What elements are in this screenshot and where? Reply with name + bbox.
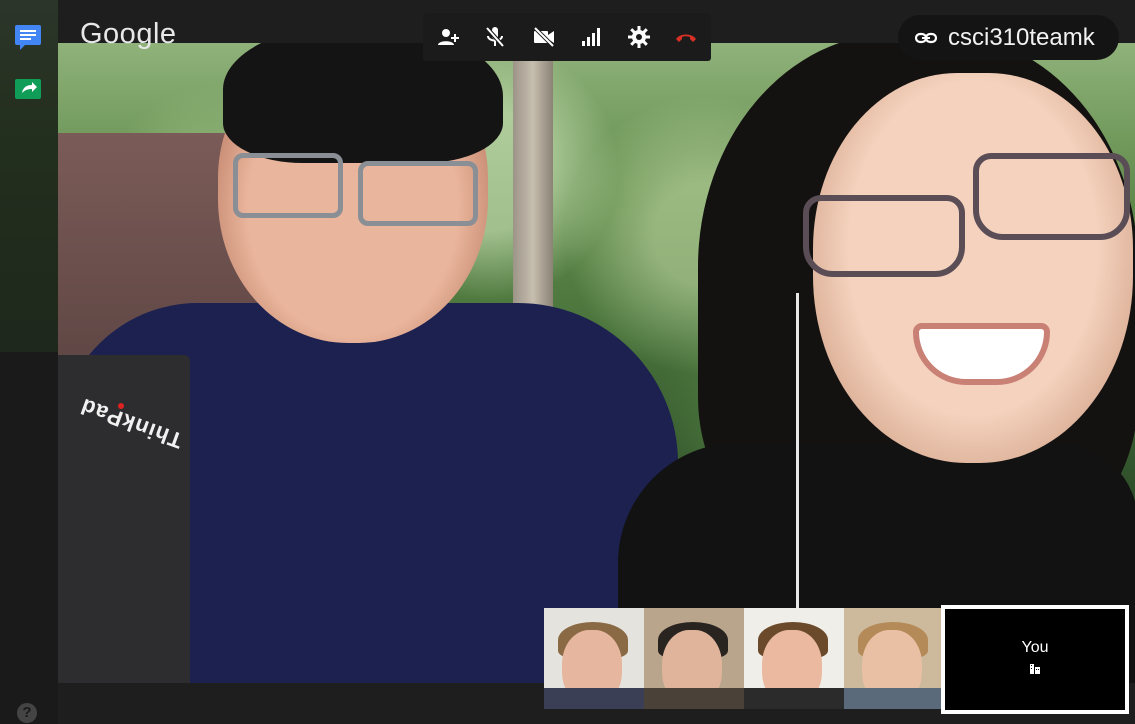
laptop-brand: ThinkPad (76, 393, 186, 454)
participant-left-glasses (358, 161, 478, 226)
left-rail-background (0, 0, 58, 352)
camera-off-indicator-icon (1029, 663, 1041, 675)
person-add-icon (438, 29, 459, 45)
hang-up-button[interactable] (674, 25, 698, 49)
laptop: ThinkPad (58, 355, 190, 683)
participant-left-hair (223, 43, 503, 163)
meeting-link[interactable]: csci310teamk (898, 15, 1119, 60)
participant-right-glasses (973, 153, 1130, 240)
google-logo: Google (80, 18, 177, 50)
self-view-tile[interactable]: You (941, 605, 1129, 714)
participant-thumbnail[interactable] (744, 608, 844, 709)
share-screen-icon (15, 79, 41, 99)
participant-filmstrip: You (544, 605, 1129, 714)
chat-icon (15, 25, 41, 50)
share-screen-button[interactable] (14, 75, 42, 103)
main-video: ThinkPad (58, 43, 1135, 683)
mic-off-icon (485, 26, 505, 48)
settings-button[interactable] (627, 25, 651, 49)
thumbnail-shirt (644, 688, 744, 709)
hangup-icon (676, 34, 696, 42)
participant-left-glasses (233, 153, 343, 218)
gear-icon (628, 26, 650, 48)
call-toolbar (423, 13, 711, 61)
bandwidth-button[interactable] (580, 25, 604, 49)
participant-thumbnail[interactable] (644, 608, 744, 709)
thumbnail-shirt (544, 688, 644, 709)
meeting-link-label: csci310teamk (948, 24, 1095, 51)
earbud-wire (796, 293, 799, 653)
thumbnail-shirt (844, 688, 944, 709)
self-view-label: You (1021, 639, 1049, 656)
participant-thumbnail[interactable] (844, 608, 944, 709)
participant-thumbnail[interactable] (544, 608, 644, 709)
help-icon[interactable]: ? (17, 703, 37, 723)
link-icon (914, 32, 938, 44)
camera-button[interactable] (532, 25, 556, 49)
participant-right-glasses (803, 195, 965, 277)
microphone-button[interactable] (483, 25, 507, 49)
left-rail: ? (0, 0, 58, 724)
add-person-button[interactable] (436, 25, 460, 49)
chat-button[interactable] (14, 23, 42, 51)
videocam-off-icon (533, 26, 555, 48)
signal-bars-icon (582, 28, 600, 46)
thumbnail-shirt (744, 688, 844, 709)
